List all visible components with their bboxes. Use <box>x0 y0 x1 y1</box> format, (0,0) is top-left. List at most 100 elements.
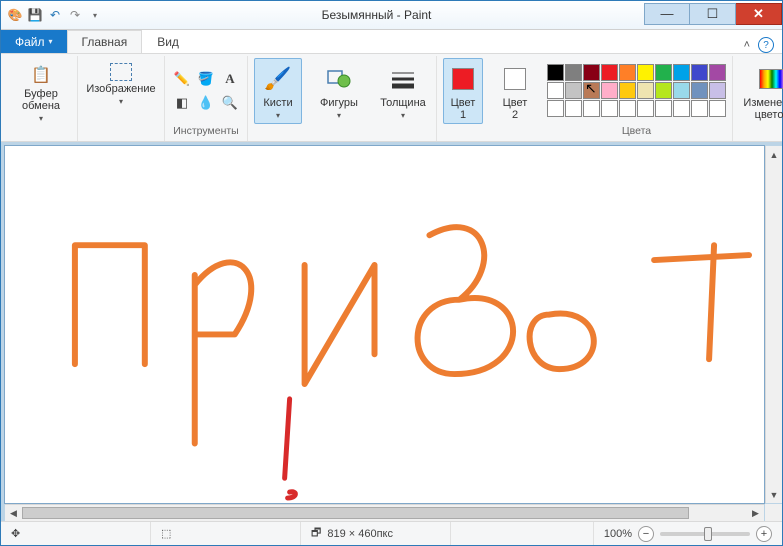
palette-swatch[interactable] <box>637 82 654 99</box>
zoom-in-button[interactable]: + <box>756 526 772 542</box>
palette-swatch[interactable] <box>601 82 618 99</box>
palette-swatch[interactable] <box>583 82 600 99</box>
view-tab-label: Вид <box>157 35 179 49</box>
ribbon: 📋 Буфер обмена ▾ Изображение ▾ ✏️ <box>1 54 782 142</box>
palette-swatch[interactable] <box>691 100 708 117</box>
palette-swatch[interactable] <box>565 100 582 117</box>
scroll-down-icon[interactable]: ▼ <box>766 486 782 503</box>
window-title: Безымянный - Paint <box>109 8 644 22</box>
canvas-workspace: ▲ ▼ ◀ ▶ <box>1 142 782 521</box>
palette-swatch[interactable] <box>673 64 690 81</box>
home-tab[interactable]: Главная <box>67 30 143 53</box>
palette-swatch[interactable] <box>619 82 636 99</box>
canvas[interactable] <box>5 146 764 503</box>
save-icon[interactable]: 💾 <box>27 7 43 23</box>
zoom-slider-knob[interactable] <box>704 527 712 541</box>
palette-swatch[interactable] <box>547 82 564 99</box>
dims-icon: 🗗 <box>311 524 321 543</box>
collapse-ribbon-icon[interactable]: ˄ <box>744 39 750 51</box>
select-icon <box>110 63 132 81</box>
palette-swatch[interactable] <box>583 64 600 81</box>
drawing-strokes <box>5 146 764 503</box>
pencil-tool[interactable]: ✏️ <box>171 68 193 90</box>
thickness-label: Толщина <box>380 97 426 109</box>
scroll-up-icon[interactable]: ▲ <box>766 146 782 163</box>
palette-swatch[interactable] <box>673 82 690 99</box>
palette-swatch[interactable] <box>637 64 654 81</box>
tools-label: Инструменты <box>173 123 238 139</box>
palette-swatch[interactable] <box>637 100 654 117</box>
help-icon[interactable]: ? <box>758 37 774 53</box>
app-window: 🎨 💾 ↶ ↷ ▾ Безымянный - Paint — ☐ ✕ Файл … <box>0 0 783 546</box>
palette-swatch[interactable] <box>565 64 582 81</box>
palette-swatch[interactable] <box>565 82 582 99</box>
palette-swatch[interactable] <box>619 100 636 117</box>
color2-button[interactable]: Цвет 2 <box>495 58 535 124</box>
app-icon: 🎨 <box>7 7 23 23</box>
palette-swatch[interactable] <box>655 64 672 81</box>
palette-swatch[interactable] <box>691 64 708 81</box>
palette-swatch[interactable] <box>673 100 690 117</box>
chevron-down-icon: ▾ <box>119 97 123 106</box>
text-tool[interactable]: A <box>219 68 241 90</box>
fill-tool[interactable]: 🪣 <box>195 68 217 90</box>
palette-swatch[interactable] <box>709 82 726 99</box>
zoom-out-button[interactable]: − <box>638 526 654 542</box>
palette-group: Цвета ↖ <box>541 56 733 141</box>
zoom-slider[interactable] <box>660 532 750 536</box>
close-button[interactable]: ✕ <box>736 3 782 25</box>
view-tab[interactable]: Вид <box>142 30 194 53</box>
scroll-corner <box>765 504 782 521</box>
editcolors-group: Изменение цветов <box>733 56 783 141</box>
scroll-left-icon[interactable]: ◀ <box>5 505 22 521</box>
home-tab-label: Главная <box>82 35 128 49</box>
palette-swatch[interactable] <box>601 100 618 117</box>
eraser-tool[interactable]: ◧ <box>171 92 193 114</box>
clipboard-button[interactable]: 📋 Буфер обмена ▾ <box>11 58 71 124</box>
thickness-icon <box>390 63 416 95</box>
palette-swatch[interactable] <box>547 64 564 81</box>
color2-swatch <box>504 63 526 95</box>
image-button[interactable]: Изображение ▾ <box>84 58 158 124</box>
file-tab-label: Файл <box>15 35 45 49</box>
palette-swatch[interactable] <box>709 64 726 81</box>
scroll-right-icon[interactable]: ▶ <box>747 505 764 521</box>
picker-tool[interactable]: 💧 <box>195 92 217 114</box>
shapes-icon <box>326 63 352 95</box>
clipboard-label: Буфер обмена <box>22 88 60 112</box>
maximize-button[interactable]: ☐ <box>690 3 736 25</box>
file-tab[interactable]: Файл <box>1 30 67 53</box>
scroll-thumb[interactable] <box>22 507 689 519</box>
thickness-button[interactable]: Толщина ▾ <box>376 58 430 124</box>
colors-group-label: Цвета <box>622 123 651 139</box>
palette-swatch[interactable] <box>619 64 636 81</box>
edit-colors-button[interactable]: Изменение цветов <box>739 58 783 124</box>
vertical-scrollbar[interactable]: ▲ ▼ <box>765 146 782 503</box>
palette-row-1 <box>547 64 726 81</box>
spectrum-icon <box>759 63 783 95</box>
shapes-button[interactable]: Фигуры ▾ <box>314 58 364 124</box>
palette-swatch[interactable] <box>691 82 708 99</box>
brush-icon: 🖌️ <box>264 63 291 95</box>
brushes-group: 🖌️ Кисти ▾ <box>248 56 308 141</box>
palette-swatch[interactable] <box>655 100 672 117</box>
palette-swatch[interactable] <box>655 82 672 99</box>
tools-grid: ✏️ 🪣 A ◧ 💧 🔍 <box>171 68 241 114</box>
redo-icon[interactable]: ↷ <box>67 7 83 23</box>
palette-swatch[interactable] <box>709 100 726 117</box>
statusbar: ✥ ⬚ 🗗 819 × 460пкс 100% − + <box>1 521 782 545</box>
qat-dropdown-icon[interactable]: ▾ <box>87 7 103 23</box>
undo-icon[interactable]: ↶ <box>47 7 63 23</box>
palette-swatch[interactable] <box>583 100 600 117</box>
ribbon-tabs: Файл Главная Вид ˄ ? <box>1 30 782 54</box>
palette-swatch[interactable] <box>547 100 564 117</box>
color1-button[interactable]: Цвет 1 <box>443 58 483 124</box>
color2-group: Цвет 2 <box>489 56 541 141</box>
horizontal-scrollbar[interactable]: ◀ ▶ <box>5 504 764 521</box>
color1-group: Цвет 1 <box>437 56 489 141</box>
brushes-button[interactable]: 🖌️ Кисти ▾ <box>254 58 302 124</box>
minimize-button[interactable]: — <box>644 3 690 25</box>
palette-swatch[interactable] <box>601 64 618 81</box>
zoom-tool[interactable]: 🔍 <box>219 92 241 114</box>
shapes-label: Фигуры <box>320 97 358 109</box>
